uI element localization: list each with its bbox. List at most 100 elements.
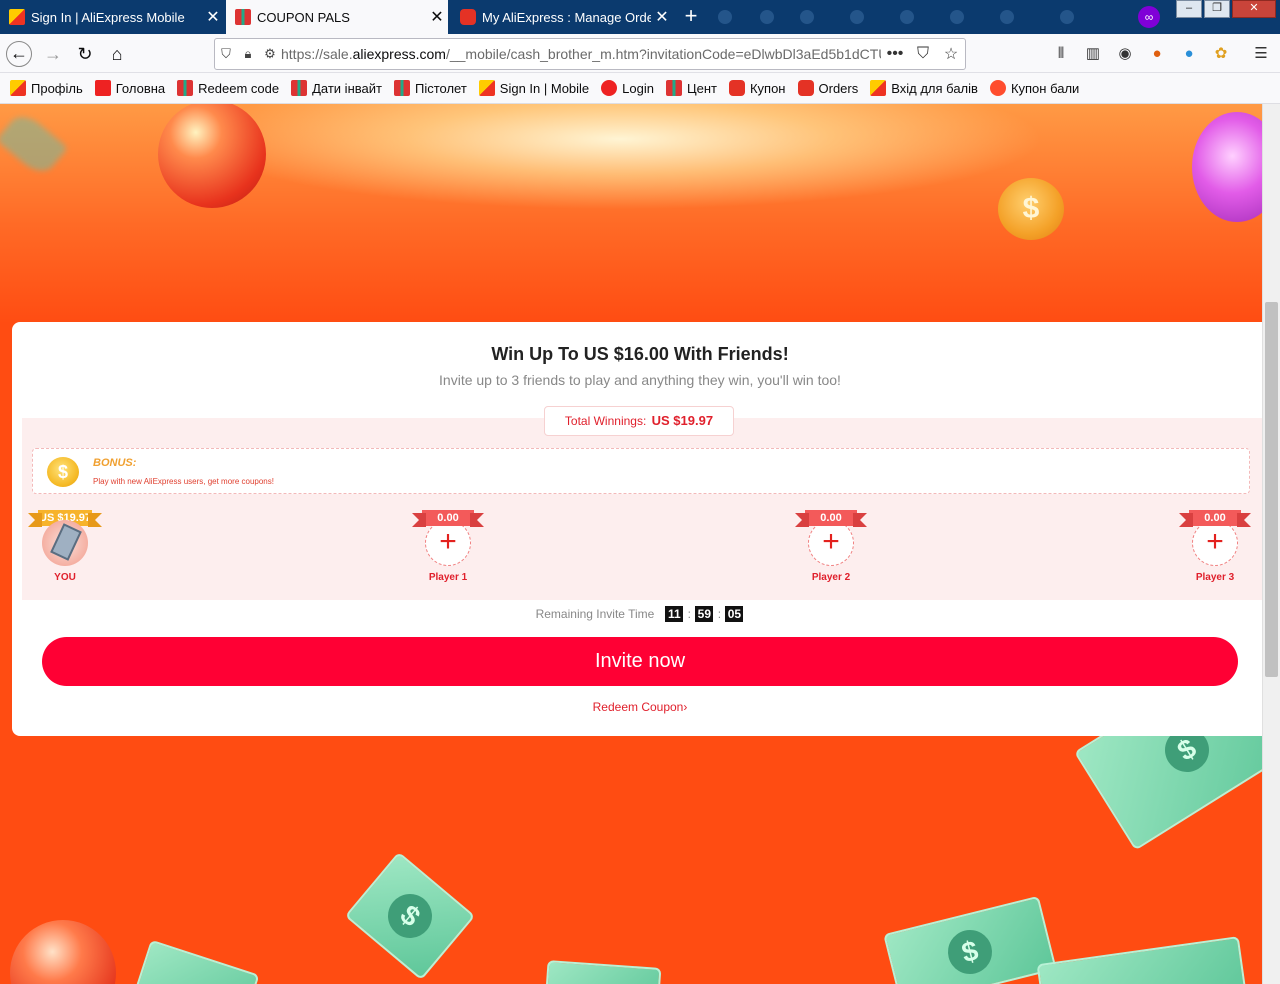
account-icon[interactable]: ◉	[1114, 43, 1136, 65]
bookmarks-bar: Профіль Головна Redeem code Дати інвайт Піст…	[0, 73, 1280, 104]
bookmark-favicon-icon	[393, 80, 410, 96]
bookmark-label: Цент	[686, 80, 717, 96]
player-slot-1[interactable]: 0.00 + Player 1	[412, 510, 484, 583]
new-tab-button[interactable]: +	[678, 4, 704, 30]
extension-location-icon[interactable]: ●	[1178, 43, 1200, 65]
bookmark-item[interactable]: Пістолет	[393, 80, 467, 96]
bookmark-item[interactable]: Sign In | Mobile	[478, 80, 589, 96]
bookmark-label: Orders	[818, 80, 859, 96]
page-title: Win Up To US $16.00 With Friends!	[491, 344, 789, 364]
close-tab-icon[interactable]: ✕	[202, 7, 224, 27]
bookmark-star-icon[interactable]: ☆	[937, 44, 965, 64]
money-bill-icon: $	[883, 895, 1057, 984]
tab-ghost-icon	[1000, 10, 1014, 24]
player-label: Player 2	[811, 572, 851, 583]
money-bill-icon	[134, 939, 260, 984]
bookmark-favicon-icon	[478, 80, 495, 96]
page-actions-icon[interactable]: •••	[881, 45, 909, 63]
pocket-icon[interactable]: ⛉	[909, 45, 937, 63]
tab-manage-orders[interactable]: My AliExpress : Manage Orders ✕	[451, 0, 673, 34]
bookmark-label: Redeem code	[198, 80, 280, 96]
back-arrow-icon[interactable]: ←	[6, 41, 32, 67]
lock-icon[interactable]: 🔒︎	[237, 46, 259, 62]
bookmark-item[interactable]: Redeem code	[177, 80, 279, 96]
close-tab-icon[interactable]: ✕	[426, 7, 448, 27]
minimize-button[interactable]: –	[1176, 0, 1202, 18]
shield-icon[interactable]: ⛉	[215, 46, 237, 62]
url-text[interactable]: https://sale.aliexpress.com/__mobile/cas…	[281, 46, 881, 62]
bookmark-favicon-icon	[665, 80, 682, 96]
sidebar-icon[interactable]: ▥	[1082, 43, 1104, 65]
bookmark-label: Купон	[749, 80, 786, 96]
add-player-plus-icon[interactable]: +	[808, 520, 854, 566]
navigation-bar: ← → ↻ ⌂ ⛉ 🔒︎ ⚙ https://sale.aliexpress.c…	[0, 34, 1280, 73]
address-bar[interactable]: ⛉ 🔒︎ ⚙ https://sale.aliexpress.com/__mob…	[214, 38, 966, 70]
bookmark-label: Login	[622, 80, 654, 96]
timer-seconds: 05	[725, 606, 744, 622]
bonus-text: Play with new AliExpress users, get more…	[93, 477, 274, 486]
bookmark-item[interactable]: Login	[601, 80, 654, 96]
aliexpress-favicon-icon	[9, 9, 25, 25]
bookmark-item[interactable]: Дати інвайт	[291, 80, 382, 96]
tab-coupon-pals[interactable]: COUPON PALS ✕	[226, 0, 448, 34]
player-amount-ribbon: 0.00	[1179, 510, 1251, 527]
bonus-banner: $ BONUS: Play with new AliExpress users,…	[32, 448, 1250, 494]
invite-now-button[interactable]: Invite now	[42, 637, 1238, 686]
gift-favicon-icon	[235, 9, 251, 25]
coin-icon: $	[47, 457, 79, 487]
timer-hours: 11	[665, 606, 684, 622]
menu-hamburger-icon[interactable]: ☰	[1250, 43, 1272, 65]
player-slot-3[interactable]: 0.00 + Player 3	[1179, 510, 1251, 583]
forward-arrow-icon[interactable]: →	[40, 41, 66, 67]
money-bill-icon	[544, 960, 662, 984]
redeem-coupon-link[interactable]: Redeem Coupon›	[12, 700, 1262, 714]
money-bill-icon: $	[344, 851, 476, 981]
extension-basketball-icon[interactable]: ●	[1146, 43, 1168, 65]
restore-button[interactable]: ❐	[1204, 0, 1230, 18]
decorative-ball	[158, 104, 266, 208]
player-slot-2[interactable]: 0.00 + Player 2	[795, 510, 867, 583]
page-viewport: $ $ $ $ Win Up To US $16.00 With Friends…	[0, 104, 1262, 984]
extension-puzzle-icon[interactable]: ✿	[1210, 43, 1232, 65]
permissions-icon[interactable]: ⚙	[259, 46, 281, 62]
player-amount-ribbon: 0.00	[795, 510, 867, 527]
bookmark-item[interactable]: Orders	[797, 80, 859, 96]
player-label: Player 1	[428, 572, 468, 583]
bookmark-item[interactable]: Головна	[94, 80, 166, 96]
url-domain: aliexpress.com	[352, 46, 446, 62]
bookmark-favicon-icon	[989, 80, 1006, 96]
window-controls: – ❐ ✕	[1174, 0, 1276, 18]
bookmark-item[interactable]: Цент	[665, 80, 717, 96]
total-winnings-badge: Total Winnings: US $19.97	[544, 406, 734, 436]
tab-strip: Sign In | AliExpress Mobile ✕ COUPON PAL…	[0, 0, 1280, 34]
page-scrollbar[interactable]	[1262, 104, 1280, 984]
bookmark-favicon-icon	[291, 80, 308, 96]
bookmark-favicon-icon	[601, 80, 618, 96]
invite-card: Win Up To US $16.00 With Friends! Invite…	[12, 322, 1262, 736]
bookmark-label: Профіль	[31, 80, 83, 96]
timer-separator: :	[687, 607, 692, 621]
bonus-title: BONUS:	[93, 457, 137, 469]
bookmark-label: Дати інвайт	[312, 80, 382, 96]
home-icon[interactable]: ⌂	[104, 41, 130, 67]
add-player-plus-icon[interactable]: +	[425, 520, 471, 566]
bookmark-label: Головна	[115, 80, 166, 96]
close-window-button[interactable]: ✕	[1232, 0, 1276, 18]
add-player-plus-icon[interactable]: +	[1192, 520, 1238, 566]
scrollbar-thumb[interactable]	[1265, 302, 1278, 677]
decorative-ball	[10, 920, 116, 984]
bookmark-favicon-icon	[728, 80, 745, 96]
bookmark-favicon-icon	[94, 80, 111, 96]
timer-label: Remaining Invite Time	[535, 607, 655, 621]
money-bill-icon	[1036, 936, 1248, 984]
bookmark-item[interactable]: Купон	[728, 80, 786, 96]
bookmark-favicon-icon	[177, 80, 194, 96]
library-icon[interactable]: ⫴	[1050, 43, 1072, 65]
bookmark-item[interactable]: Вхід для балів	[870, 80, 978, 96]
reload-icon[interactable]: ↻	[72, 41, 98, 67]
tab-sign-in[interactable]: Sign In | AliExpress Mobile ✕	[0, 0, 224, 34]
close-tab-icon[interactable]: ✕	[651, 7, 673, 27]
bookmark-item[interactable]: Купон бали	[989, 80, 1079, 96]
players-panel	[22, 418, 1262, 600]
bookmark-item[interactable]: Профіль	[10, 80, 83, 96]
